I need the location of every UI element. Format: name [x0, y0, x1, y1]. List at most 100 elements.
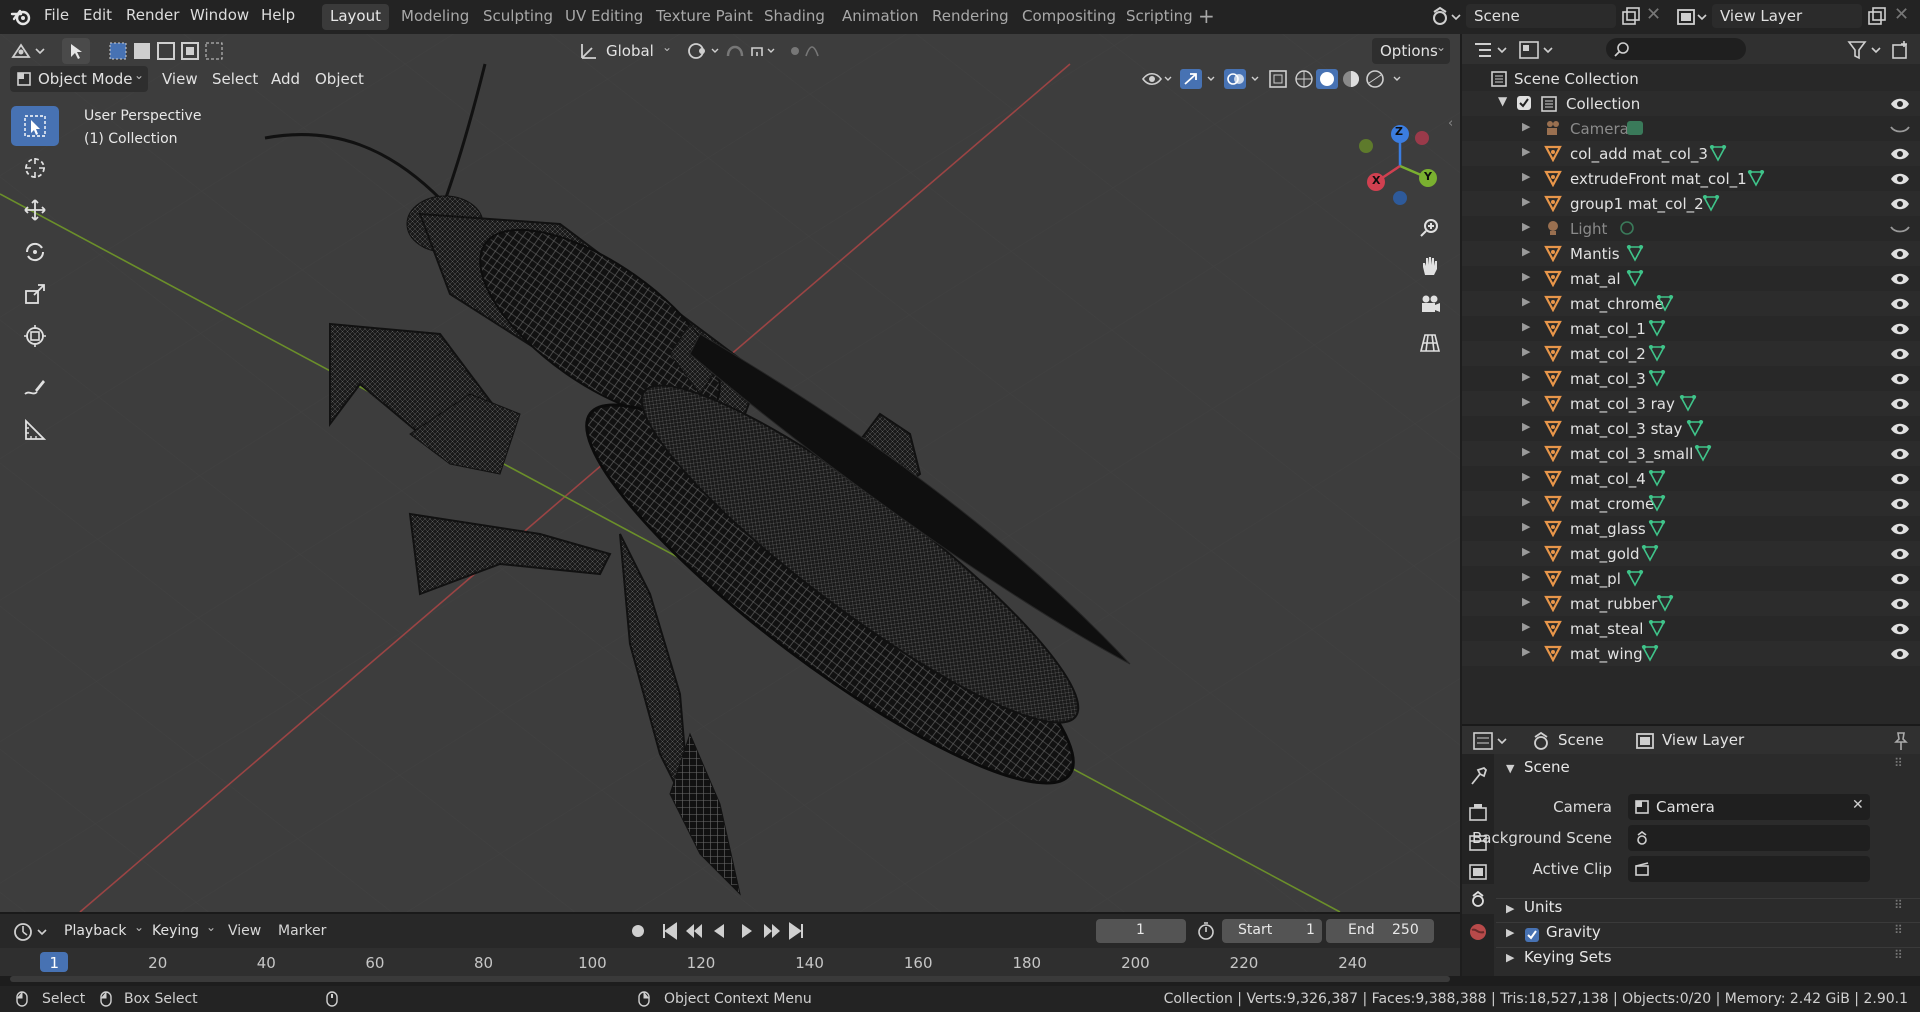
- expand-arrow-icon[interactable]: ▶: [1522, 645, 1530, 658]
- expand-arrow-icon[interactable]: ▶: [1522, 570, 1530, 583]
- visibility-eye-icon[interactable]: [1890, 147, 1910, 161]
- expand-arrow-icon[interactable]: ▶: [1522, 195, 1530, 208]
- keying-dropdown[interactable]: Keying ⌄: [146, 918, 218, 944]
- cursor-tool[interactable]: [11, 148, 59, 188]
- tab-modeling[interactable]: Modeling: [393, 4, 477, 30]
- mesh-data-icon[interactable]: [1709, 144, 1727, 162]
- visibility-eye-icon[interactable]: [1890, 597, 1910, 611]
- tab-texture-paint[interactable]: Texture Paint: [648, 4, 761, 30]
- outliner-row[interactable]: ▶ mat_col_3 ray: [1462, 391, 1920, 416]
- start-frame-field[interactable]: Start 1: [1222, 919, 1322, 943]
- playback-dropdown[interactable]: Playback ⌄: [58, 918, 144, 944]
- timeline-menu-view[interactable]: View: [228, 923, 261, 939]
- menu-file[interactable]: File: [44, 6, 69, 24]
- visibility-eye-icon[interactable]: [1890, 97, 1910, 111]
- expand-arrow-icon[interactable]: ▼: [1498, 94, 1507, 108]
- keying-sets-panel-title[interactable]: Keying Sets: [1524, 948, 1612, 966]
- outliner-row[interactable]: ▶ mat_rubber: [1462, 591, 1920, 616]
- selection-mode-icons[interactable]: [108, 40, 228, 62]
- gravity-expand-arrow-icon[interactable]: ▶: [1506, 926, 1514, 939]
- panel-drag-handle-icon[interactable]: ⠿: [1894, 923, 1903, 937]
- select-tweak-button[interactable]: [62, 38, 90, 64]
- mesh-data-icon[interactable]: [1679, 394, 1697, 412]
- 3d-viewport[interactable]: Global ⌄ Options ⌄ Object Mode ⌄ View Se…: [0, 34, 1460, 912]
- mesh-data-icon[interactable]: [1626, 244, 1644, 262]
- new-scene-icon[interactable]: [1620, 6, 1642, 28]
- light-data-icon[interactable]: [1618, 219, 1636, 237]
- delete-view-layer-icon[interactable]: ✕: [1894, 4, 1909, 25]
- outliner-row[interactable]: ▶ col_add mat_col_3: [1462, 141, 1920, 166]
- active-clip-field[interactable]: [1628, 856, 1870, 882]
- menu-render[interactable]: Render: [126, 6, 179, 24]
- clear-camera-icon[interactable]: ✕: [1852, 797, 1864, 813]
- blender-logo-icon[interactable]: [10, 6, 32, 28]
- tab-sculpting[interactable]: Sculpting: [475, 4, 561, 30]
- outliner-search-input[interactable]: [1606, 38, 1746, 60]
- outliner-row[interactable]: ▶ mat_pl: [1462, 566, 1920, 591]
- panel-drag-handle-icon[interactable]: ⠿: [1894, 756, 1903, 770]
- hidden-eye-icon[interactable]: [1890, 222, 1910, 236]
- tab-layout[interactable]: Layout: [322, 4, 389, 30]
- outliner-row[interactable]: ▶ mat_glass: [1462, 516, 1920, 541]
- outliner-row[interactable]: ▶ mat_gold: [1462, 541, 1920, 566]
- properties-editor-type-icon[interactable]: [1472, 730, 1510, 752]
- visibility-eye-icon[interactable]: [1890, 372, 1910, 386]
- measure-tool[interactable]: [11, 410, 59, 450]
- visibility-eye-icon[interactable]: [1890, 172, 1910, 186]
- delete-scene-icon[interactable]: ✕: [1646, 4, 1661, 25]
- menu-help[interactable]: Help: [261, 6, 295, 24]
- viewport-shading-icons[interactable]: [1140, 68, 1450, 90]
- expand-arrow-icon[interactable]: ▶: [1522, 420, 1530, 433]
- mesh-data-icon[interactable]: [1641, 644, 1659, 662]
- tab-scripting[interactable]: Scripting: [1118, 4, 1201, 30]
- current-frame-field[interactable]: 1: [1096, 919, 1186, 943]
- visibility-eye-icon[interactable]: [1890, 447, 1910, 461]
- tab-animation[interactable]: Animation: [834, 4, 926, 30]
- expand-arrow-icon[interactable]: ▶: [1522, 170, 1530, 183]
- expand-arrow-icon[interactable]: ▶: [1522, 145, 1530, 158]
- timeline-editor-type-icon[interactable]: [12, 921, 50, 943]
- expand-arrow-icon[interactable]: ▶: [1522, 295, 1530, 308]
- mesh-data-icon[interactable]: [1648, 344, 1666, 362]
- outliner-row[interactable]: ▶ mat_col_1: [1462, 316, 1920, 341]
- props-tab-scene[interactable]: Scene: [1558, 731, 1604, 749]
- panel-expanded-arrow-icon[interactable]: ▼: [1506, 762, 1514, 775]
- expand-arrow-icon[interactable]: ▶: [1522, 120, 1530, 133]
- timeline-scrollbar[interactable]: [10, 976, 1450, 982]
- new-collection-icon[interactable]: [1890, 39, 1912, 61]
- panel-drag-handle-icon[interactable]: ⠿: [1894, 898, 1903, 912]
- pivot-snap-icons[interactable]: [684, 40, 824, 62]
- outliner-editor-type-icon[interactable]: [1472, 39, 1510, 61]
- mesh-data-icon[interactable]: [1686, 419, 1704, 437]
- expand-arrow-icon[interactable]: ▶: [1522, 545, 1530, 558]
- outliner-row[interactable]: ▶ mat_chrome: [1462, 291, 1920, 316]
- annotate-tool[interactable]: [11, 368, 59, 408]
- rotate-tool[interactable]: [11, 232, 59, 272]
- expand-arrow-icon[interactable]: ▶: [1522, 345, 1530, 358]
- scene-selector-icon[interactable]: [1430, 6, 1462, 28]
- outliner-row[interactable]: ▶ group1 mat_col_2: [1462, 191, 1920, 216]
- background-scene-field[interactable]: [1628, 825, 1870, 851]
- view-layer-selector-icon[interactable]: [1676, 6, 1708, 28]
- timeline-menu-marker[interactable]: Marker: [278, 923, 326, 939]
- camera-data-icon[interactable]: [1626, 119, 1644, 137]
- mesh-data-icon[interactable]: [1694, 444, 1712, 462]
- outliner-row-collection[interactable]: ▼ Collection: [1462, 91, 1920, 116]
- expand-arrow-icon[interactable]: ▶: [1522, 270, 1530, 283]
- menu-object[interactable]: Object: [315, 70, 364, 96]
- outliner-row[interactable]: ▶ Mantis: [1462, 241, 1920, 266]
- mesh-data-icon[interactable]: [1648, 619, 1666, 637]
- expand-arrow-icon[interactable]: ▶: [1522, 445, 1530, 458]
- outliner-row[interactable]: ▶ mat_col_2: [1462, 341, 1920, 366]
- units-expand-arrow-icon[interactable]: ▶: [1506, 902, 1514, 915]
- outliner-row[interactable]: ▶ mat_col_3 stay: [1462, 416, 1920, 441]
- options-dropdown[interactable]: Options ⌄: [1372, 38, 1450, 64]
- expand-arrow-icon[interactable]: ▶: [1522, 370, 1530, 383]
- editor-type-icon[interactable]: [10, 40, 50, 62]
- camera-field[interactable]: Camera ✕: [1628, 794, 1870, 820]
- menu-edit[interactable]: Edit: [83, 6, 112, 24]
- outliner-row-scene-collection[interactable]: Scene Collection: [1462, 66, 1920, 91]
- mesh-data-icon[interactable]: [1648, 494, 1666, 512]
- world-icon[interactable]: [1468, 922, 1488, 942]
- expand-arrow-icon[interactable]: ▶: [1522, 620, 1530, 633]
